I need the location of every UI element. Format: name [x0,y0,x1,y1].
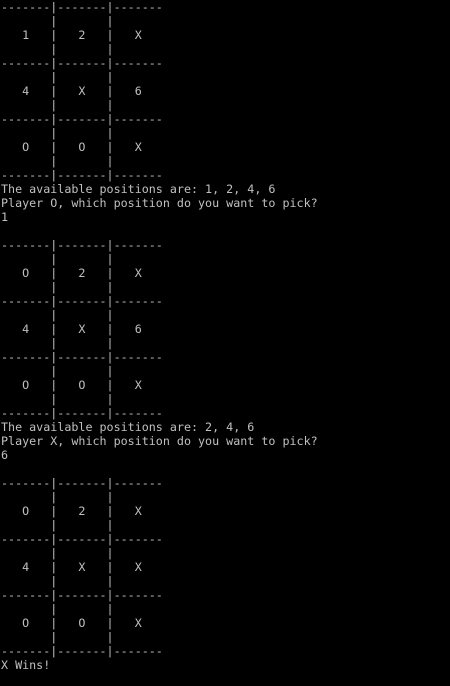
console-line: The available positions are: 2, 4, 6 [1,420,255,434]
console-line: O | O | X [1,140,163,154]
console-line: -------|-------|------- [1,644,163,658]
console-line: 4 | X | 6 [1,322,163,336]
console-line: Player O, which position do you want to … [1,196,318,210]
console-line: | | [1,392,163,406]
console-line: | | [1,364,163,378]
console-line: O | 2 | X [1,504,163,518]
console-line: -------|-------|------- [1,532,163,546]
console-line: 4 | X | X [1,560,163,574]
console-line: -------|-------|------- [1,168,163,182]
console-line: | | [1,252,163,266]
console-line: | | [1,518,163,532]
console-line: 6 [1,448,9,462]
console-line: -------|-------|------- [1,56,163,70]
console-line: The available positions are: 1, 2, 4, 6 [1,182,276,196]
console-line: | | [1,280,163,294]
console-line: -------|-------|------- [1,406,163,420]
console-line: | | [1,154,163,168]
console-line: -------|-------|------- [1,294,163,308]
console-line: | | [1,70,163,84]
console-line: -------|-------|------- [1,0,163,14]
console-line: O | O | X [1,616,163,630]
console-line: O | O | X [1,378,163,392]
console-line: | | [1,546,163,560]
console-line: | | [1,490,163,504]
console-line: | | [1,308,163,322]
console-line: 4 | X | 6 [1,84,163,98]
console-line: | | [1,42,163,56]
console-line: | | [1,574,163,588]
console-line: -------|-------|------- [1,588,163,602]
console-line: -------|-------|------- [1,350,163,364]
console-line: O | 2 | X [1,266,163,280]
console-line: -------|-------|------- [1,238,163,252]
console-line: | | [1,126,163,140]
console-line: X Wins! [1,658,51,672]
console-line: Player X, which position do you want to … [1,434,318,448]
console-line: | | [1,336,163,350]
console-line: 1 | 2 | X [1,28,163,42]
console-line: | | [1,630,163,644]
console-line: -------|-------|------- [1,112,163,126]
console-line: | | [1,602,163,616]
terminal-output[interactable]: -------|-------|------- | | 1 | 2 | X | … [0,0,450,686]
console-line: 1 [1,210,9,224]
console-line: | | [1,98,163,112]
console-line: -------|-------|------- [1,476,163,490]
console-line: | | [1,14,163,28]
